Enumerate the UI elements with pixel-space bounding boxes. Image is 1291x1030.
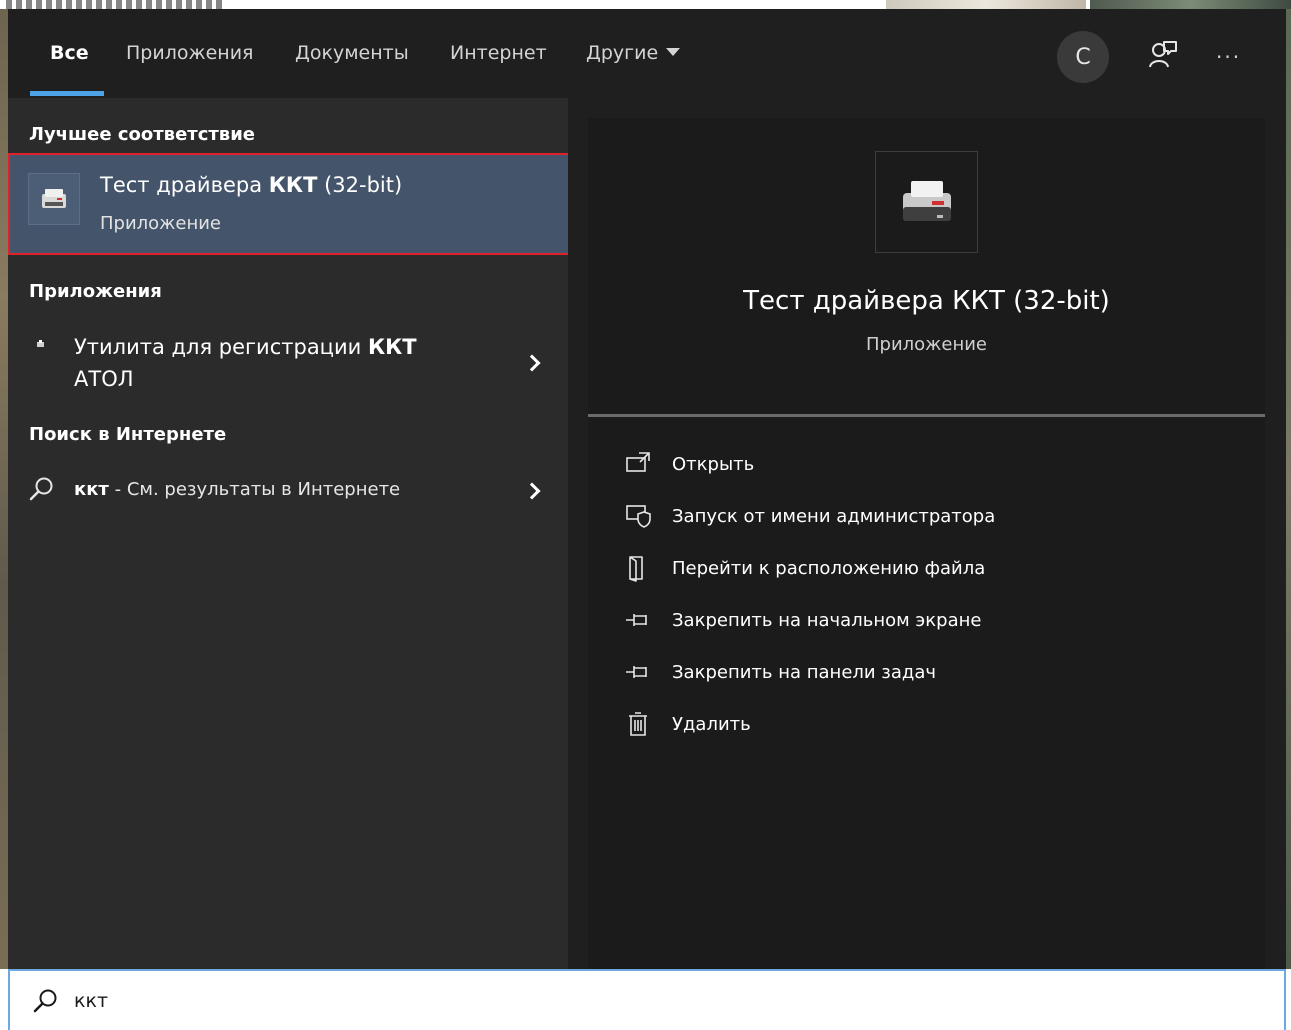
app-result-prefix: Утилита для регистрации bbox=[74, 335, 368, 359]
search-flyout: Все Приложения Документы Интернет Другие… bbox=[8, 9, 1286, 969]
action-pin-to-start-label: Закрепить на начальном экране bbox=[672, 610, 982, 631]
app-result-label: Утилита для регистрации ККТ АТОЛ bbox=[74, 331, 417, 395]
action-uninstall[interactable]: Удалить bbox=[624, 710, 1224, 740]
file-location-icon bbox=[629, 556, 643, 582]
run-as-admin-icon bbox=[626, 505, 651, 528]
active-tab-indicator bbox=[30, 91, 104, 96]
search-icon bbox=[29, 477, 53, 501]
app-result-bold: ККТ bbox=[367, 335, 417, 359]
web-search-result[interactable]: ккт - См. результаты в Интернете bbox=[8, 474, 568, 510]
detail-title: Тест драйвера ККТ (32-bit) bbox=[743, 286, 1110, 316]
best-match-title-bold: ККТ bbox=[268, 173, 318, 197]
action-pin-to-taskbar[interactable]: Закрепить на панели задач bbox=[624, 658, 1224, 688]
results-panel: Лучшее соответствие Тест драйвера ККТ (3… bbox=[8, 98, 579, 969]
tab-more[interactable]: Другие bbox=[586, 42, 681, 64]
chevron-right-icon[interactable] bbox=[523, 482, 541, 500]
app-result-line2: АТОЛ bbox=[74, 367, 134, 391]
best-match-title-suffix: (32-bit) bbox=[317, 173, 403, 197]
search-box[interactable] bbox=[8, 969, 1286, 1030]
open-icon bbox=[626, 452, 650, 472]
desktop-background-strip bbox=[0, 0, 1291, 9]
desktop-cut-text bbox=[6, 0, 226, 9]
desktop-thumbnail bbox=[1090, 0, 1291, 9]
action-pin-to-start[interactable]: Закрепить на начальном экране bbox=[624, 606, 1224, 636]
details-panel: Тест драйвера ККТ (32-bit) Приложение От… bbox=[568, 98, 1286, 969]
details-card: Тест драйвера ККТ (32-bit) Приложение От… bbox=[588, 118, 1265, 969]
detail-divider bbox=[588, 414, 1265, 417]
action-run-as-admin-label: Запуск от имени администратора bbox=[672, 506, 996, 527]
more-options-icon[interactable]: ··· bbox=[1216, 45, 1241, 69]
best-match-title-prefix: Тест драйвера bbox=[100, 173, 269, 197]
pin-icon bbox=[626, 614, 647, 626]
tab-bar: Все Приложения Документы Интернет Другие… bbox=[8, 9, 1286, 98]
desktop-edge-left bbox=[0, 9, 8, 969]
detail-subtitle: Приложение bbox=[865, 334, 987, 355]
caret-down-icon bbox=[666, 48, 681, 56]
web-search-heading: Поиск в Интернете bbox=[29, 424, 227, 445]
avatar-initial: С bbox=[1075, 44, 1091, 70]
tab-web[interactable]: Интернет bbox=[450, 42, 547, 64]
action-uninstall-label: Удалить bbox=[672, 714, 751, 735]
web-search-query: ккт bbox=[74, 479, 109, 500]
search-input[interactable] bbox=[74, 985, 1254, 1017]
best-match-result[interactable]: Тест драйвера ККТ (32-bit) Приложение bbox=[8, 153, 579, 255]
action-open-file-location-label: Перейти к расположению файла bbox=[672, 558, 986, 579]
search-icon bbox=[33, 989, 57, 1013]
app-result-atol-utility[interactable]: Утилита для регистрации ККТ АТОЛ bbox=[8, 331, 568, 397]
tab-more-label: Другие bbox=[586, 42, 659, 64]
best-match-heading: Лучшее соответствие bbox=[29, 124, 256, 145]
best-match-title: Тест драйвера ККТ (32-bit) bbox=[100, 173, 402, 197]
printer-app-icon bbox=[875, 151, 978, 253]
pin-icon bbox=[626, 666, 647, 678]
action-open-label: Открыть bbox=[672, 454, 755, 475]
tab-documents[interactable]: Документы bbox=[295, 42, 409, 64]
apps-heading: Приложения bbox=[29, 281, 162, 302]
chevron-right-icon[interactable] bbox=[523, 354, 541, 372]
utility-app-icon bbox=[37, 340, 44, 347]
tab-all[interactable]: Все bbox=[50, 42, 89, 64]
tab-apps[interactable]: Приложения bbox=[126, 42, 253, 64]
trash-icon bbox=[629, 712, 647, 736]
desktop-thumbnail bbox=[886, 0, 1086, 9]
action-open[interactable]: Открыть bbox=[624, 450, 1224, 480]
desktop-edge-right bbox=[1286, 9, 1291, 969]
action-run-as-admin[interactable]: Запуск от имени администратора bbox=[624, 502, 1224, 532]
web-search-label: ккт - См. результаты в Интернете bbox=[74, 479, 400, 500]
account-avatar[interactable]: С bbox=[1057, 31, 1109, 83]
feedback-icon[interactable] bbox=[1148, 40, 1178, 70]
action-pin-to-taskbar-label: Закрепить на панели задач bbox=[672, 662, 937, 683]
best-match-subtitle: Приложение bbox=[100, 213, 222, 234]
action-open-file-location[interactable]: Перейти к расположению файла bbox=[624, 554, 1224, 584]
web-search-suffix: - См. результаты в Интернете bbox=[108, 479, 401, 500]
printer-app-icon bbox=[28, 173, 80, 225]
